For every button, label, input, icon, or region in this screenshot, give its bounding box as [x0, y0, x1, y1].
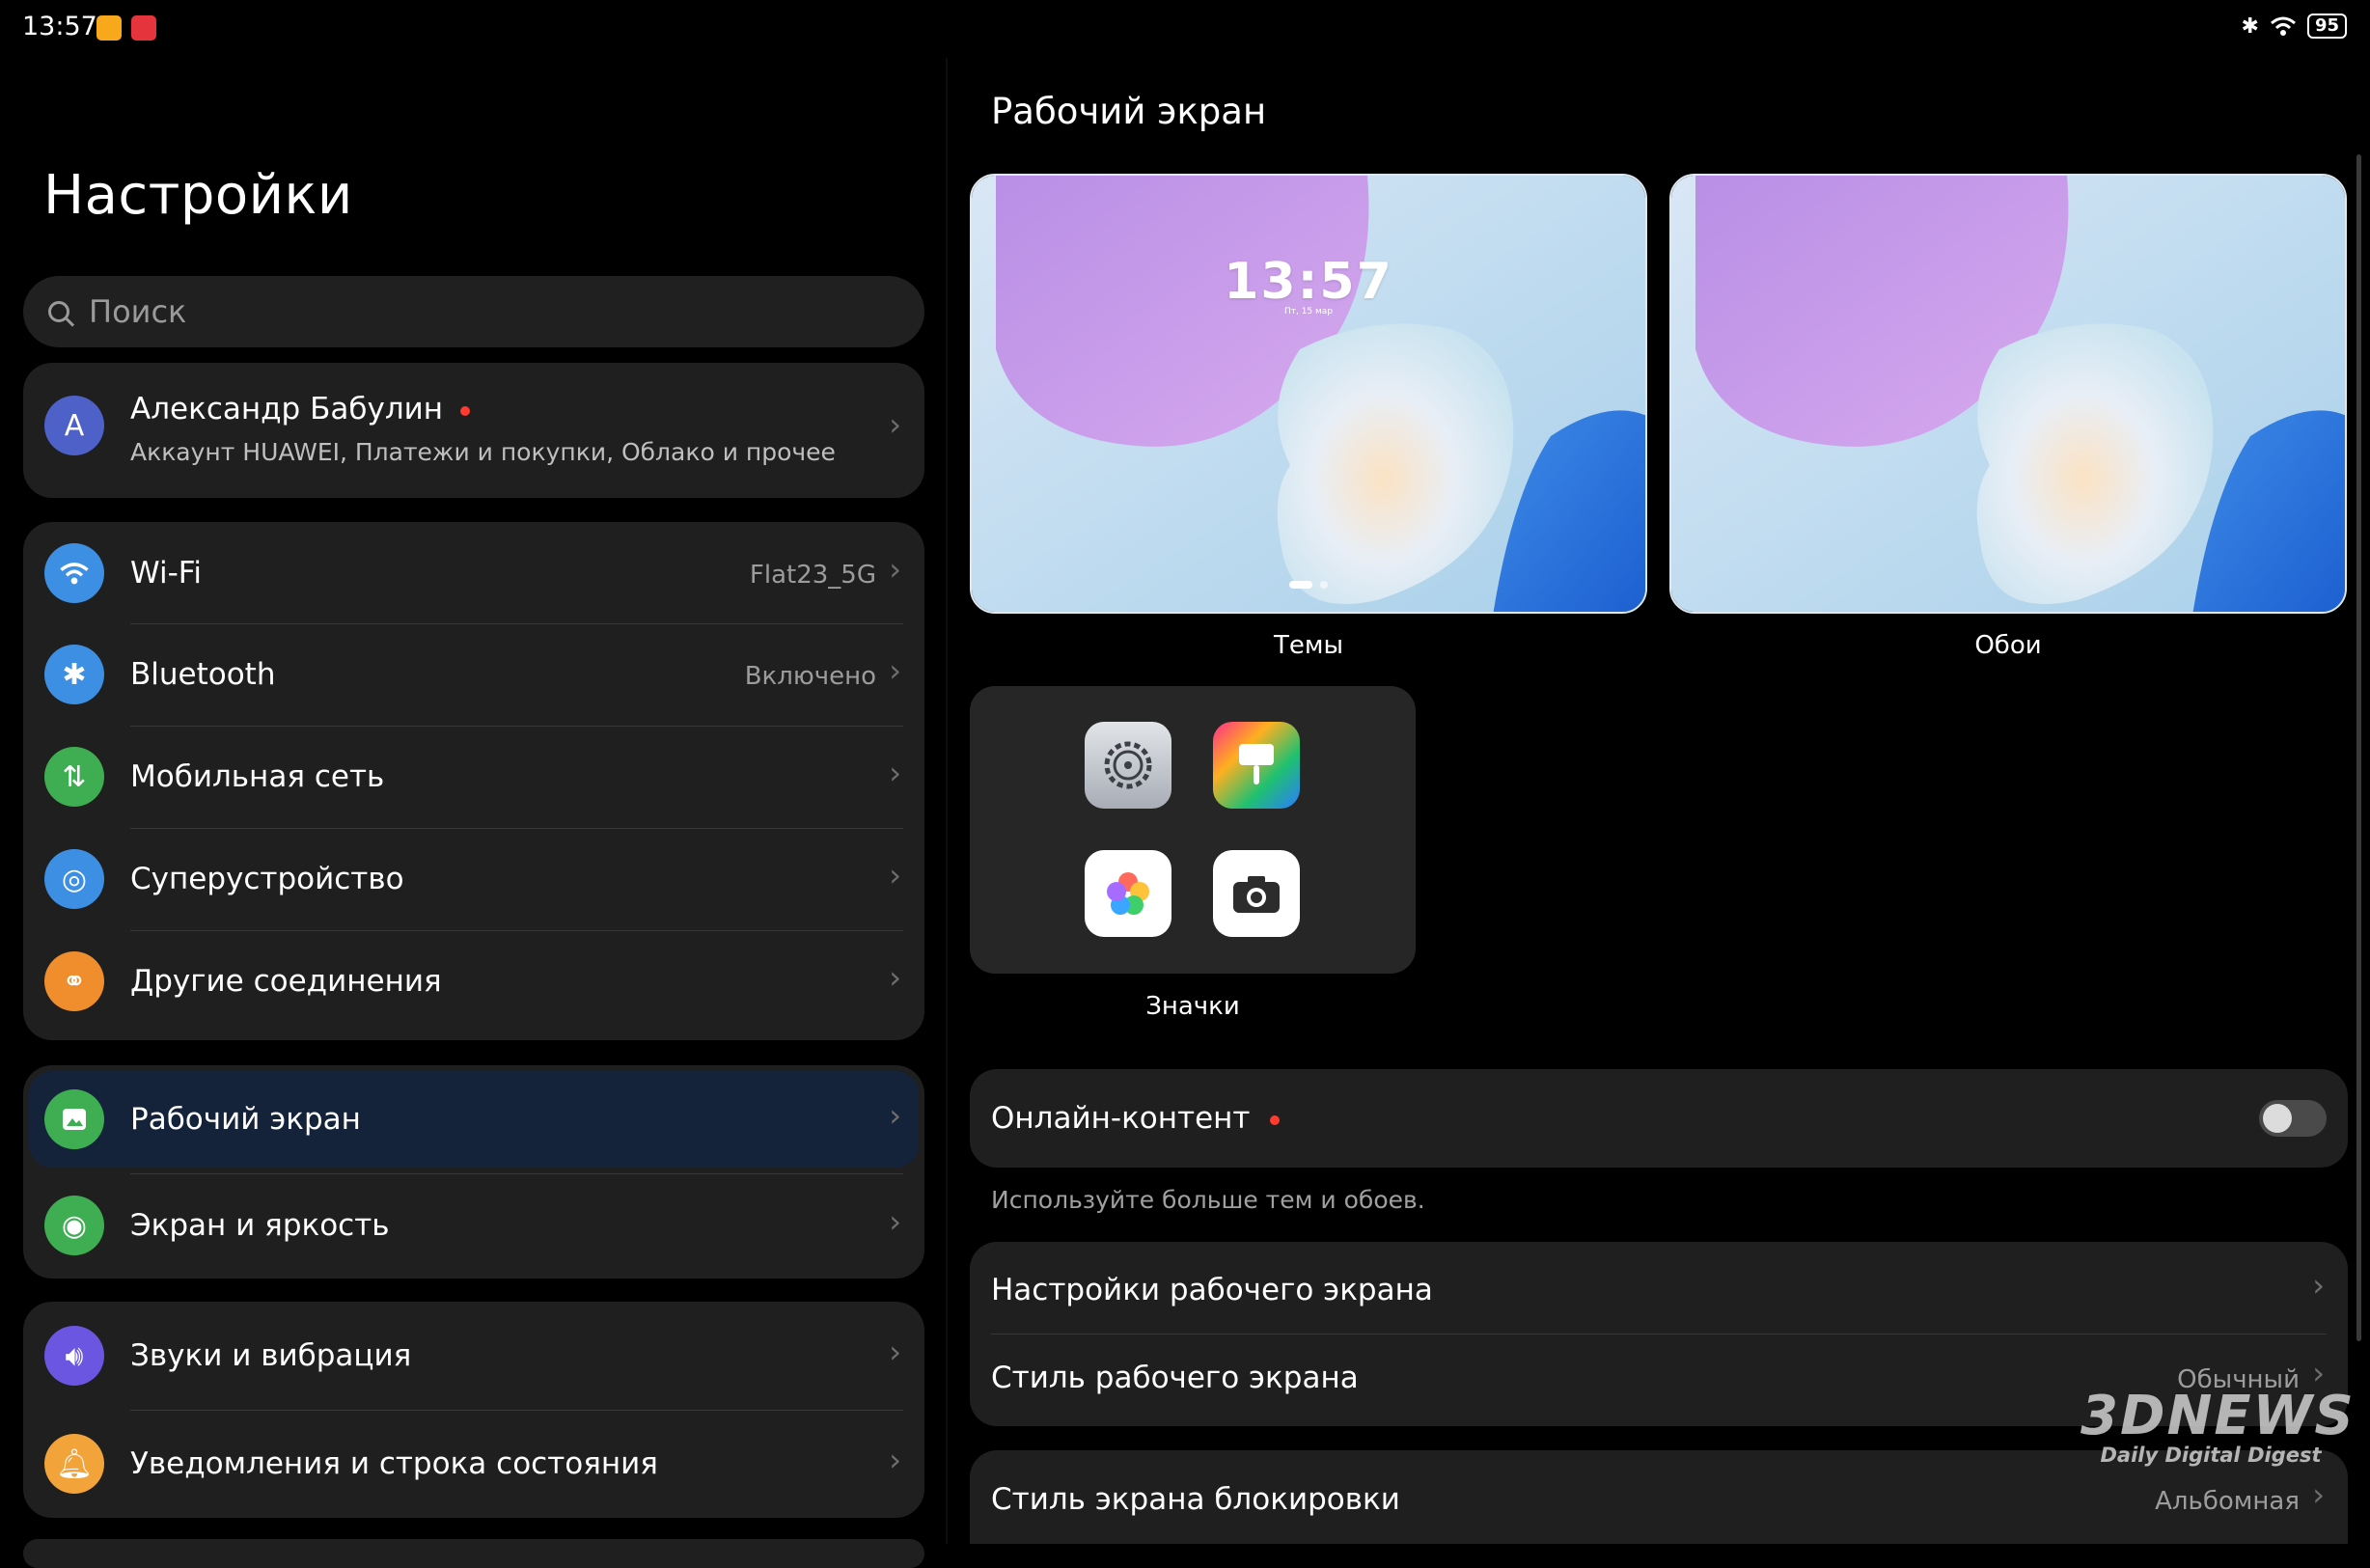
themes-label: Темы	[1273, 631, 1344, 660]
settings-item-label: Мобильная сеть	[130, 759, 385, 794]
wallpaper-image	[1671, 176, 2345, 612]
status-time: 13:57	[22, 12, 97, 41]
settings-item-value: Включено	[744, 662, 876, 691]
online-content-label: Онлайн-контент	[991, 1101, 1280, 1136]
preview-date: Пт, 15 мар	[1283, 307, 1334, 316]
wifi-status-icon	[2270, 16, 2296, 36]
status-indicators: ✱ 95	[2241, 14, 2347, 39]
connections-card: Wi-Fi Flat23_5G › ✱ Bluetooth Включено ›…	[23, 522, 924, 1040]
settings-item-superdevice[interactable]: ◎ Суперустройство ›	[23, 829, 924, 930]
notification-dot	[1269, 1114, 1280, 1125]
settings-item-label: Экран и яркость	[130, 1208, 390, 1243]
bluetooth-status-icon: ✱	[2241, 14, 2259, 39]
settings-item-label: Рабочий экран	[130, 1102, 361, 1137]
settings-item-label: Настройки рабочего экрана	[991, 1273, 1433, 1307]
icons-preview[interactable]	[970, 686, 1416, 974]
notification-dot	[460, 405, 471, 416]
bluetooth-icon: ✱	[44, 645, 104, 704]
settings-item-display-brightness[interactable]: ◉ Экран и яркость ›	[23, 1174, 924, 1279]
home-screen-settings-item[interactable]: Настройки рабочего экрана ›	[970, 1242, 2348, 1334]
toggle-knob	[2263, 1104, 2292, 1133]
notification-app-icon	[131, 15, 156, 41]
chevron-right-icon: ›	[889, 857, 901, 894]
chevron-right-icon: ›	[889, 1442, 901, 1478]
wallpapers-label: Обои	[1974, 631, 2042, 660]
chevron-right-icon: ›	[889, 1203, 901, 1240]
themes-preview[interactable]: 13:57 Пт, 15 мар	[970, 174, 1647, 614]
settings-item-label: Уведомления и строка состояния	[130, 1446, 658, 1481]
settings-item-value: Flat23_5G	[749, 561, 876, 590]
sound-card: 🔊︎ Звуки и вибрация › 🔔︎ Уведомления и с…	[23, 1302, 924, 1518]
watermark-logo: 3DNEWS Daily Digital Digest	[2081, 1385, 2356, 1468]
page-indicator	[972, 581, 1645, 589]
settings-item-label: Суперустройство	[130, 862, 404, 896]
settings-item-sounds[interactable]: 🔊︎ Звуки и вибрация ›	[23, 1302, 924, 1410]
camera-app-icon	[1213, 850, 1300, 937]
home-screen-icon	[44, 1089, 104, 1149]
chevron-right-icon: ›	[889, 551, 901, 588]
settings-item-label: Стиль экрана блокировки	[991, 1482, 1400, 1517]
display-card: Рабочий экран › ◉ Экран и яркость ›	[23, 1065, 924, 1279]
settings-item-label: Wi-Fi	[130, 556, 202, 591]
settings-item-label: Стиль рабочего экрана	[991, 1361, 1359, 1395]
link-icon: ⚭	[44, 951, 104, 1011]
mobile-network-icon: ⇅	[44, 747, 104, 807]
settings-item-home-screen[interactable]: Рабочий экран ›	[23, 1065, 924, 1173]
account-card[interactable]: А Александр Бабулин Аккаунт HUAWEI, Плат…	[23, 363, 924, 498]
page-title: Настройки	[43, 164, 353, 227]
icons-label: Значки	[1145, 992, 1240, 1021]
online-content-hint: Используйте больше тем и обоев.	[991, 1186, 1425, 1214]
preview-clock: 13:57	[1224, 253, 1393, 311]
chevron-right-icon: ›	[889, 755, 901, 791]
chevron-right-icon: ›	[889, 1097, 901, 1134]
settings-item-label: Звуки и вибрация	[130, 1338, 412, 1373]
settings-item-label: Другие соединения	[130, 964, 442, 999]
search-icon	[48, 301, 69, 322]
detail-title: Рабочий экран	[991, 91, 1267, 132]
avatar: А	[44, 396, 104, 455]
battery-indicator: 95	[2306, 14, 2347, 39]
chevron-right-icon: ›	[889, 652, 901, 689]
wallpapers-preview[interactable]	[1669, 174, 2347, 614]
pane-divider	[946, 58, 948, 1544]
bell-icon: 🔔︎	[44, 1434, 104, 1494]
account-name: Александр Бабулин	[130, 392, 471, 426]
settings-item-mobile-network[interactable]: ⇅ Мобильная сеть ›	[23, 727, 924, 828]
settings-item-value: Альбомная	[2155, 1487, 2300, 1516]
search-input[interactable]: Поиск	[23, 276, 924, 347]
settings-item-notifications[interactable]: 🔔︎ Уведомления и строка состояния ›	[23, 1411, 924, 1518]
settings-app-icon	[1085, 722, 1171, 809]
settings-item-wifi[interactable]: Wi-Fi Flat23_5G ›	[23, 522, 924, 623]
chevron-right-icon: ›	[889, 959, 901, 996]
settings-item-label: Bluetooth	[130, 657, 276, 692]
account-subtitle: Аккаунт HUAWEI, Платежи и покупки, Облак…	[130, 438, 836, 466]
superdevice-icon: ◎	[44, 849, 104, 909]
chevron-right-icon: ›	[2312, 1476, 2325, 1513]
eye-icon: ◉	[44, 1196, 104, 1255]
wifi-icon	[44, 543, 104, 603]
online-content-toggle[interactable]	[2259, 1100, 2327, 1137]
watermark-sub: Daily Digital Digest	[2100, 1444, 2322, 1467]
volume-icon: 🔊︎	[44, 1326, 104, 1386]
notification-app-icon	[96, 15, 122, 41]
search-placeholder: Поиск	[89, 293, 187, 330]
gallery-app-icon	[1085, 850, 1171, 937]
themes-app-icon	[1213, 722, 1300, 809]
online-content-row[interactable]: Онлайн-контент	[970, 1069, 2348, 1168]
chevron-right-icon: ›	[2312, 1267, 2325, 1304]
settings-item-bluetooth[interactable]: ✱ Bluetooth Включено ›	[23, 624, 924, 726]
scrollbar[interactable]	[2356, 154, 2361, 1341]
wallpaper-image	[972, 176, 1645, 612]
chevron-right-icon: ›	[889, 1334, 901, 1370]
chevron-right-icon: ›	[889, 406, 901, 443]
settings-item-other-connections[interactable]: ⚭ Другие соединения ›	[23, 931, 924, 1032]
watermark-main: 3DNEWS	[2081, 1385, 2356, 1447]
